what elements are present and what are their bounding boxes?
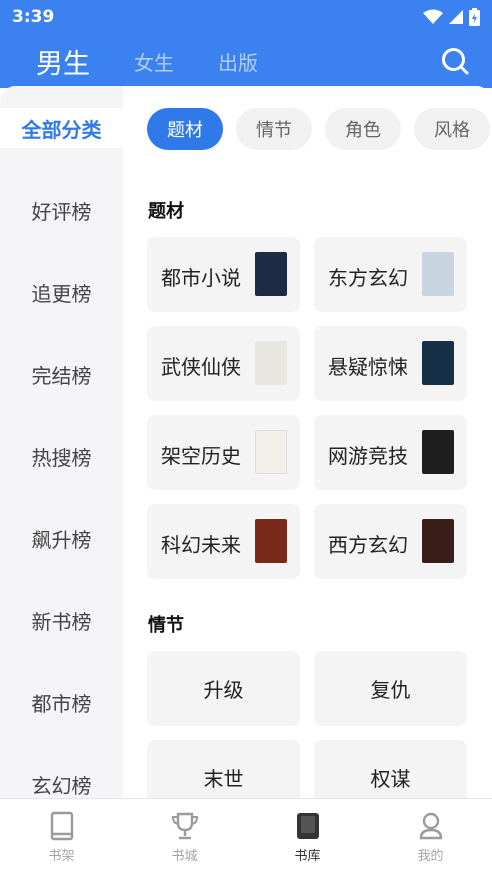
wifi-icon [423,9,443,24]
chip-style[interactable]: 风格 [414,108,490,150]
tab-profile[interactable]: 我的 [369,799,492,875]
tab-publish[interactable]: 出版 [218,47,258,76]
library-icon [297,813,319,839]
sidebar-item-fantasy[interactable]: 玄幻榜 [0,764,123,798]
chip-plot[interactable]: 情节 [236,108,312,150]
bottom-tab-bar: 书架 书城 书库 我的 [0,798,492,875]
tab-label: 书城 [171,849,198,864]
signal-icon [449,10,463,24]
content-panel: 全部分类 好评榜 追更榜 完结榜 热搜榜 飙升榜 新书榜 都市榜 玄幻榜 题材 … [0,86,492,798]
category-card[interactable]: 权谋 [314,740,467,798]
category-card[interactable]: 东方玄幻 [314,237,467,312]
sidebar-item-rising[interactable]: 飙升榜 [0,518,123,558]
sidebar-item-new[interactable]: 新书榜 [0,600,123,640]
tab-male[interactable]: 男生 [36,42,90,81]
category-label: 升级 [203,678,244,702]
status-time: 3:39 [12,7,55,27]
book-cover-image [422,252,454,296]
sidebar-item-completed[interactable]: 完结榜 [0,354,123,394]
category-card[interactable]: 西方玄幻 [314,504,467,579]
section-title-plot: 情节 [148,615,184,636]
tab-label: 我的 [417,849,444,864]
section-title-theme: 题材 [148,201,184,222]
profile-icon [419,812,443,840]
book-cover-image [255,519,287,563]
battery-icon [469,8,480,26]
chip-role[interactable]: 角色 [325,108,401,150]
tab-female[interactable]: 女生 [134,47,174,76]
category-sidebar: 全部分类 好评榜 追更榜 完结榜 热搜榜 飙升榜 新书榜 都市榜 玄幻榜 [0,86,123,798]
category-label: 武侠仙侠 [161,355,241,379]
sidebar-item-top-rated[interactable]: 好评榜 [0,190,123,230]
category-card[interactable]: 架空历史 [147,415,300,490]
sidebar-item-hot-search[interactable]: 热搜榜 [0,436,123,476]
sidebar-item-all[interactable]: 全部分类 [0,108,123,148]
tab-bookstore[interactable]: 书城 [123,799,246,875]
category-label: 网游竞技 [328,444,408,468]
category-label: 都市小说 [161,266,241,290]
search-icon[interactable] [440,46,470,76]
filter-chips: 题材 情节 角色 风格 [147,108,492,150]
book-cover-image [422,519,454,563]
trophy-icon [171,812,199,840]
category-card[interactable]: 升级 [147,651,300,726]
status-icons [423,8,480,26]
book-cover-image [255,430,287,474]
category-card[interactable]: 都市小说 [147,237,300,312]
tab-bookshelf[interactable]: 书架 [0,799,123,875]
category-card[interactable]: 悬疑惊悚 [314,326,467,401]
category-card[interactable]: 复仇 [314,651,467,726]
category-label: 复仇 [370,678,411,702]
book-cover-image [255,341,287,385]
tab-label: 书架 [48,849,75,864]
sidebar-item-updating[interactable]: 追更榜 [0,272,123,312]
tab-label: 书库 [294,849,321,864]
sidebar-item-urban[interactable]: 都市榜 [0,682,123,722]
category-label: 西方玄幻 [328,533,408,557]
book-cover-image [422,430,454,474]
category-card[interactable]: 末世 [147,740,300,798]
category-label: 科幻未来 [161,533,241,557]
book-cover-image [422,341,454,385]
category-label: 末世 [203,767,244,791]
category-card[interactable]: 网游竞技 [314,415,467,490]
book-cover-image [255,252,287,296]
tab-library[interactable]: 书库 [246,799,369,875]
bookshelf-icon [50,811,74,841]
category-label: 悬疑惊悚 [328,355,408,379]
category-card[interactable]: 科幻未来 [147,504,300,579]
status-bar: 3:39 [0,0,492,34]
header: 男生 女生 出版 [0,34,492,88]
category-label: 权谋 [370,767,411,791]
category-card[interactable]: 武侠仙侠 [147,326,300,401]
chip-theme[interactable]: 题材 [147,108,223,150]
category-label: 架空历史 [161,444,241,468]
category-label: 东方玄幻 [328,266,408,290]
category-main: 题材 情节 角色 风格 题材 都市小说 东方玄幻 武侠仙侠 悬疑惊悚 架空历史 [123,86,492,798]
